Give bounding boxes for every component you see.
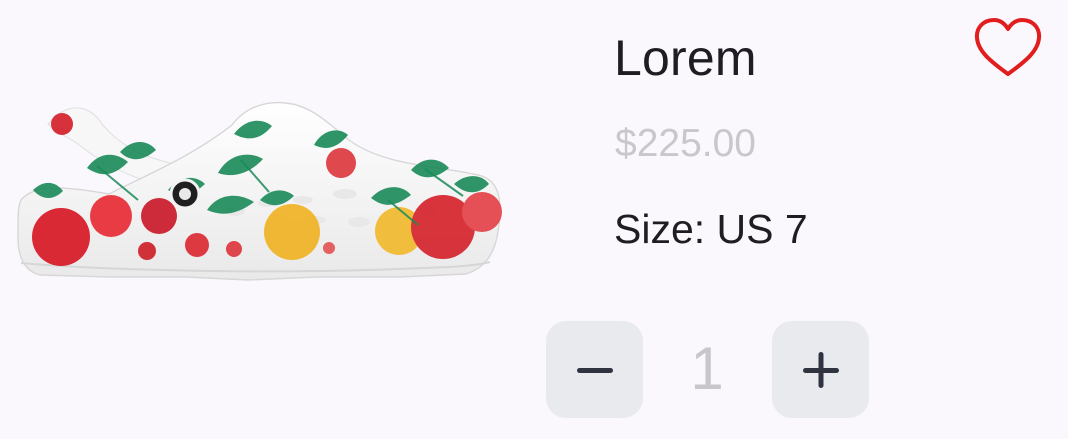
product-title: Lorem xyxy=(614,30,757,86)
minus-icon xyxy=(576,367,613,373)
product-card: Lorem $225.00 Size: US 7 1 xyxy=(0,0,1068,439)
product-price: $225.00 xyxy=(615,122,756,165)
heart-icon xyxy=(974,18,1042,76)
product-size: Size: US 7 xyxy=(614,206,808,252)
plus-icon xyxy=(802,351,839,388)
quantity-value: 1 xyxy=(690,335,724,402)
decrease-quantity-button[interactable] xyxy=(546,321,643,418)
favorite-button[interactable] xyxy=(972,16,1044,80)
increase-quantity-button[interactable] xyxy=(772,321,869,418)
product-image xyxy=(17,101,502,281)
